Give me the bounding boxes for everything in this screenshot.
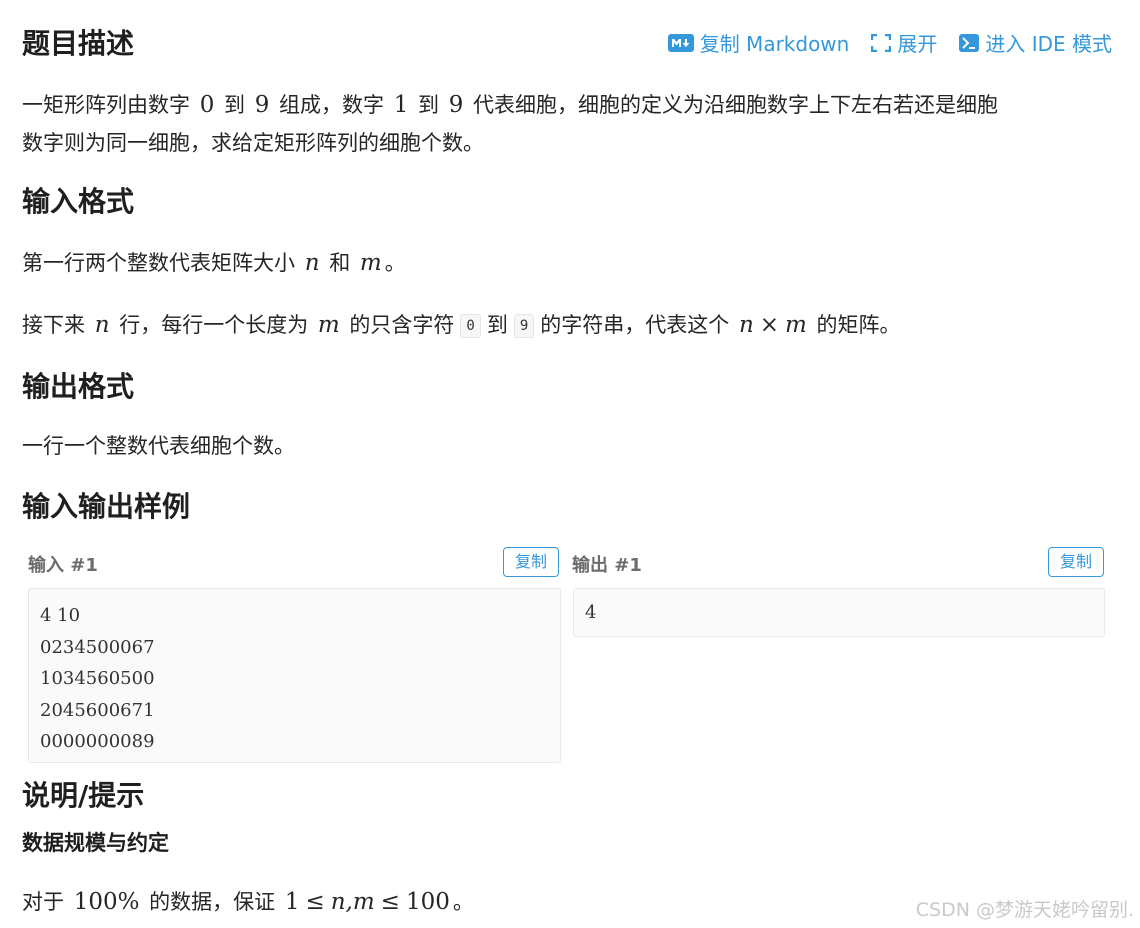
sample-output-line: 4: [585, 602, 597, 623]
code-nine: 9: [513, 314, 535, 338]
input-format-line-2: 接下来 n 行，每行一个长度为 m 的只含字符 0 到 9 的字符串，代表这个 n × m …: [22, 312, 901, 338]
markdown-icon: [667, 33, 694, 52]
sample-output-box: 4: [573, 588, 1105, 637]
input-format-line-1: 第一行两个整数代表矩阵大小 n 和 m。: [22, 250, 406, 276]
copy-markdown-button[interactable]: 复制 Markdown: [667, 28, 850, 57]
csdn-watermark: CSDN @梦游天姥吟留别.: [915, 899, 1134, 921]
expand-button[interactable]: 展开: [871, 28, 937, 57]
samples-title: 输入输出样例: [22, 490, 191, 523]
toolbar: 复制 Markdown 展开 进入 IDE 模式: [667, 28, 1112, 57]
description-title: 题目描述: [22, 27, 135, 60]
sample-input-line: 0234500067: [40, 636, 155, 658]
description-line-1: 一矩形阵列由数字 0 到 9 组成，数字 1 到 9 代表细胞，细胞的定义为沿细…: [22, 92, 999, 118]
ide-mode-button[interactable]: 进入 IDE 模式: [959, 28, 1112, 57]
copy-markdown-label: 复制 Markdown: [699, 32, 850, 56]
output-format-title: 输出格式: [22, 370, 135, 403]
sample-input-line: 0000000089: [40, 731, 155, 752]
input-format-title: 输入格式: [22, 185, 135, 218]
copy-output-button[interactable]: 复制: [1048, 547, 1104, 577]
expand-icon: [871, 33, 892, 52]
copy-input-button[interactable]: 复制: [503, 547, 559, 577]
expand-label: 展开: [897, 32, 938, 56]
hint-subtitle: 数据规模与约定: [22, 831, 169, 855]
description-line-2: 数字则为同一细胞，求给定矩形阵列的细胞个数。: [22, 131, 484, 155]
sample-input-line: 2045600671: [40, 699, 155, 721]
code-zero: 0: [460, 314, 481, 338]
hint-title: 说明/提示: [22, 779, 145, 812]
sample-input-line: 1034560500: [40, 668, 155, 689]
sample-input-label: 输入 #1: [28, 555, 98, 576]
hint-text: 对于 100% 的数据，保证 1 ≤ n,m ≤100。: [22, 889, 474, 915]
ide-mode-label: 进入 IDE 模式: [985, 32, 1112, 56]
terminal-icon: [959, 33, 980, 52]
sample-input-line: 4 10: [40, 605, 81, 626]
sample-input-box: 4 10 0234500067 1034560500 2045600671 00…: [28, 588, 561, 763]
output-format-text: 一行一个整数代表细胞个数。: [22, 434, 295, 458]
sample-output-label: 输出 #1: [572, 555, 642, 576]
